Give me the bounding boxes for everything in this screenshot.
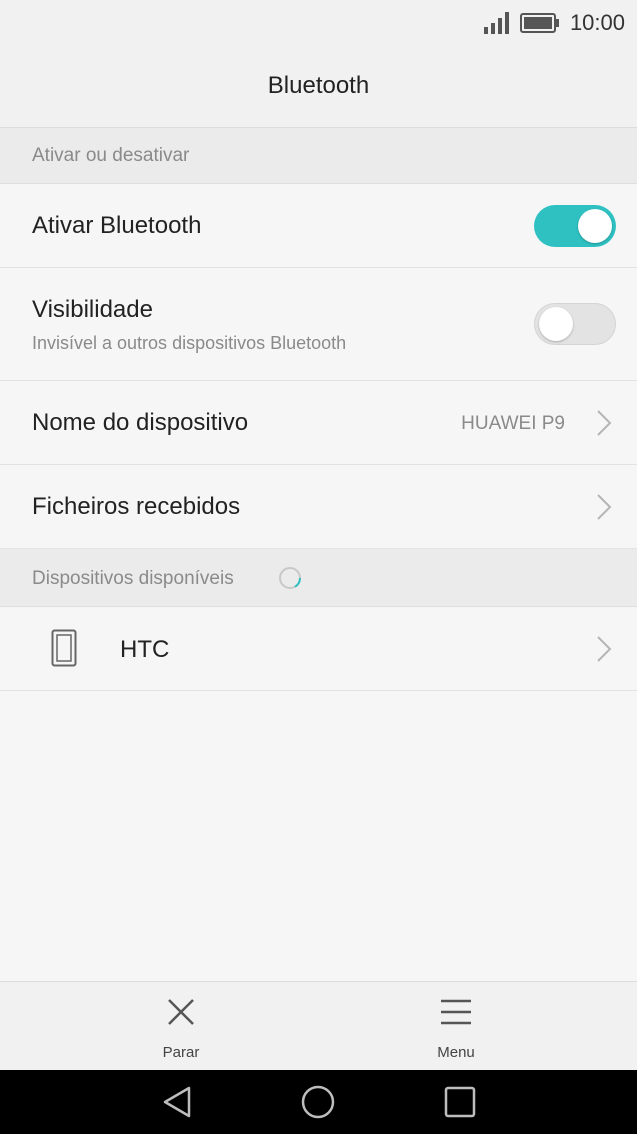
- page-title: Bluetooth: [267, 72, 370, 99]
- switch-knob: [578, 209, 612, 243]
- visibility-subtitle: Invisível a outros dispositivos Bluetoot…: [32, 333, 347, 353]
- status-bar: 10:00: [0, 0, 637, 46]
- clock: 10:00: [569, 10, 625, 35]
- stop-label: Parar: [162, 1044, 200, 1061]
- switch-knob: [539, 307, 573, 341]
- visibility-switch[interactable]: [534, 303, 616, 345]
- received-files-label: Ficheiros recebidos: [32, 493, 241, 520]
- device-name: HTC: [120, 636, 170, 663]
- device-name-value: HUAWEI P9: [461, 413, 565, 434]
- status-icons: 10:00: [483, 9, 625, 37]
- chevron-right-icon: [597, 636, 612, 662]
- device-name-label: Nome do dispositivo: [32, 409, 249, 436]
- bottom-action-bar: Parar Menu: [0, 981, 637, 1071]
- loading-spinner-icon: [279, 567, 302, 589]
- menu-button[interactable]: Menu: [376, 982, 536, 1071]
- battery-icon: [519, 13, 559, 33]
- section-header-devices: Dispositivos disponíveis: [0, 549, 637, 607]
- device-item[interactable]: HTC: [0, 607, 637, 691]
- bluetooth-label: Ativar Bluetooth: [32, 212, 202, 239]
- visibility-row[interactable]: Visibilidade Invisível a outros disposit…: [0, 268, 637, 381]
- navigation-bar: [0, 1070, 637, 1134]
- app-header: Bluetooth: [0, 46, 637, 128]
- back-icon[interactable]: [159, 1084, 195, 1120]
- menu-icon: [441, 999, 471, 1025]
- chevron-right-icon: [597, 494, 612, 520]
- home-icon[interactable]: [300, 1084, 336, 1120]
- phone-icon: [51, 629, 77, 667]
- section-header-toggle: Ativar ou desativar: [0, 128, 637, 184]
- stop-button[interactable]: Parar: [101, 982, 261, 1071]
- recents-icon[interactable]: [442, 1084, 478, 1120]
- bluetooth-toggle-row[interactable]: Ativar Bluetooth: [0, 184, 637, 268]
- visibility-label: Visibilidade: [32, 296, 153, 323]
- menu-label: Menu: [437, 1044, 475, 1061]
- device-name-row[interactable]: Nome do dispositivo HUAWEI P9: [0, 381, 637, 465]
- bluetooth-switch[interactable]: [534, 205, 616, 247]
- section-label: Ativar ou desativar: [32, 145, 190, 166]
- signal-icon: [483, 12, 509, 34]
- section-label: Dispositivos disponíveis: [32, 568, 234, 589]
- chevron-right-icon: [597, 410, 612, 436]
- close-icon: [168, 999, 194, 1025]
- received-files-row[interactable]: Ficheiros recebidos: [0, 465, 637, 549]
